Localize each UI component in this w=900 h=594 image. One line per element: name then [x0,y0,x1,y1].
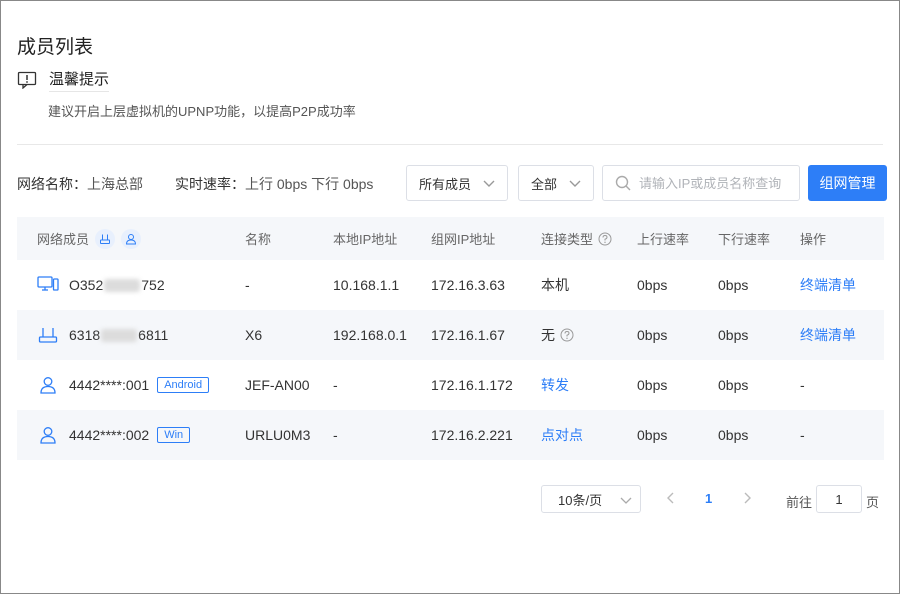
member-name: URLU0M3 [245,427,311,443]
page-title: 成员列表 [17,37,94,58]
network-manage-button[interactable]: 组网管理 [808,165,887,201]
tip-title: 温馨提示 [49,68,110,92]
chevron-left-icon[interactable] [665,491,677,505]
page-number[interactable]: 1 [705,491,712,506]
net-ip: 172.16.2.221 [431,427,513,443]
speed-label: 实时速率： [175,176,245,192]
up-speed: 0bps [637,327,668,343]
member-id: 4442****:001 [69,377,150,393]
divider [17,144,883,145]
member-id: 6318 [69,327,101,343]
net-ip: 172.16.1.67 [431,327,505,343]
chevron-down-icon [620,497,632,504]
chevron-down-icon [569,180,581,187]
local-ip: 10.168.1.1 [333,277,400,293]
toolbar: 网络名称：上海总部 实时速率：上行 0bps 下行 0bps 所有成员 全部 组… [17,165,887,201]
chevron-right-icon[interactable] [741,491,753,505]
header-net-ip: 组网IP地址 [431,232,496,247]
search-box [602,165,800,201]
goto-label: 前往 [786,495,813,510]
masked-id [104,278,141,292]
conn-type: 转发 [541,377,569,393]
member-name: JEF-AN00 [245,377,310,393]
help-icon[interactable] [598,232,612,246]
table-row: 4442****:002 Win URLU0M3 - 172.16.2.221 … [17,410,884,460]
type-filter-select[interactable]: 全部 [518,165,594,201]
down-speed: 0bps [718,377,749,393]
network-name-value: 上海总部 [87,176,143,192]
header-local-ip: 本地IP地址 [333,232,398,247]
header-member: 网络成员 [17,228,245,249]
down-speed: 0bps [718,327,749,343]
local-ip: 192.168.0.1 [333,327,407,343]
action-none: - [800,427,805,443]
network-name-label: 网络名称： [17,176,87,192]
local-ip: - [333,427,338,443]
router-icon [37,324,59,346]
monitor-icon [37,274,59,296]
tip-header: 温馨提示 [17,68,110,92]
pagination: 10条/页 1 前往 页 [541,485,886,513]
search-icon [615,175,631,191]
conn-type: 本机 [541,277,569,293]
router-filter-icon[interactable] [95,228,116,249]
member-table: 网络成员 名称 本地IP地址 组网IP地址 连接类型 上行速率 下行速率 操作 [17,217,884,460]
down-speed: 0bps [718,427,749,443]
type-filter-value: 全部 [531,176,558,192]
os-tag: Android [157,377,210,393]
up-speed: 0bps [637,377,668,393]
header-name: 名称 [245,232,272,247]
user-icon [37,374,59,396]
header-down-speed: 下行速率 [718,232,771,247]
page-size-value: 10条/页 [558,492,603,508]
member-id-suffix: 752 [141,277,165,293]
member-filter-select[interactable]: 所有成员 [406,165,508,201]
down-speed: 0bps [718,277,749,293]
page-size-select[interactable]: 10条/页 [541,485,641,513]
tip-text: 建议开启上层虚拟机的UPNP功能，以提高P2P成功率 [48,104,356,119]
member-name: X6 [245,327,263,343]
table-header: 网络成员 名称 本地IP地址 组网IP地址 连接类型 上行速率 下行速率 操作 [17,217,884,260]
info-icon [17,71,37,89]
goto-page-input[interactable] [816,485,862,513]
conn-type: 点对点 [541,427,583,443]
net-ip: 172.16.3.63 [431,277,505,293]
table-row: 6318 6811 X6 192.168.0.1 172.16.1.67 无 0b… [17,310,884,360]
header-conn-type: 连接类型 [541,229,637,248]
network-name-info: 网络名称：上海总部 [17,174,143,194]
member-list-panel: 成员列表 温馨提示 建议开启上层虚拟机的UPNP功能，以提高P2P成功率 网络名… [0,0,900,594]
up-speed: 0bps [637,427,668,443]
net-ip: 172.16.1.172 [431,377,513,393]
search-input[interactable] [639,175,789,191]
speed-value: 上行 0bps 下行 0bps [245,176,374,192]
up-speed: 0bps [637,277,668,293]
terminal-list-link[interactable]: 终端清单 [800,325,884,345]
os-tag: Win [157,427,191,443]
conn-type: 无 [541,325,637,345]
member-id: O352 [69,277,104,293]
local-ip: - [333,377,338,393]
masked-id [101,328,138,342]
chevron-down-icon [483,180,495,187]
user-icon [37,424,59,446]
member-filter-value: 所有成员 [419,176,472,192]
member-id: 4442****:002 [69,427,150,443]
header-action: 操作 [800,232,827,247]
goto-suffix: 页 [866,495,880,510]
table-row: O352 752 - 10.168.1.1 172.16.3.63 本机 0bps… [17,260,884,310]
user-filter-icon[interactable] [121,228,142,249]
member-name: - [245,277,250,293]
member-id-suffix: 6811 [138,327,169,343]
speed-info: 实时速率：上行 0bps 下行 0bps [175,174,373,194]
action-none: - [800,377,805,393]
terminal-list-link[interactable]: 终端清单 [800,275,884,295]
help-icon[interactable] [560,328,574,342]
header-up-speed: 上行速率 [637,232,690,247]
table-row: 4442****:001 Android JEF-AN00 - 172.16.1… [17,360,884,410]
